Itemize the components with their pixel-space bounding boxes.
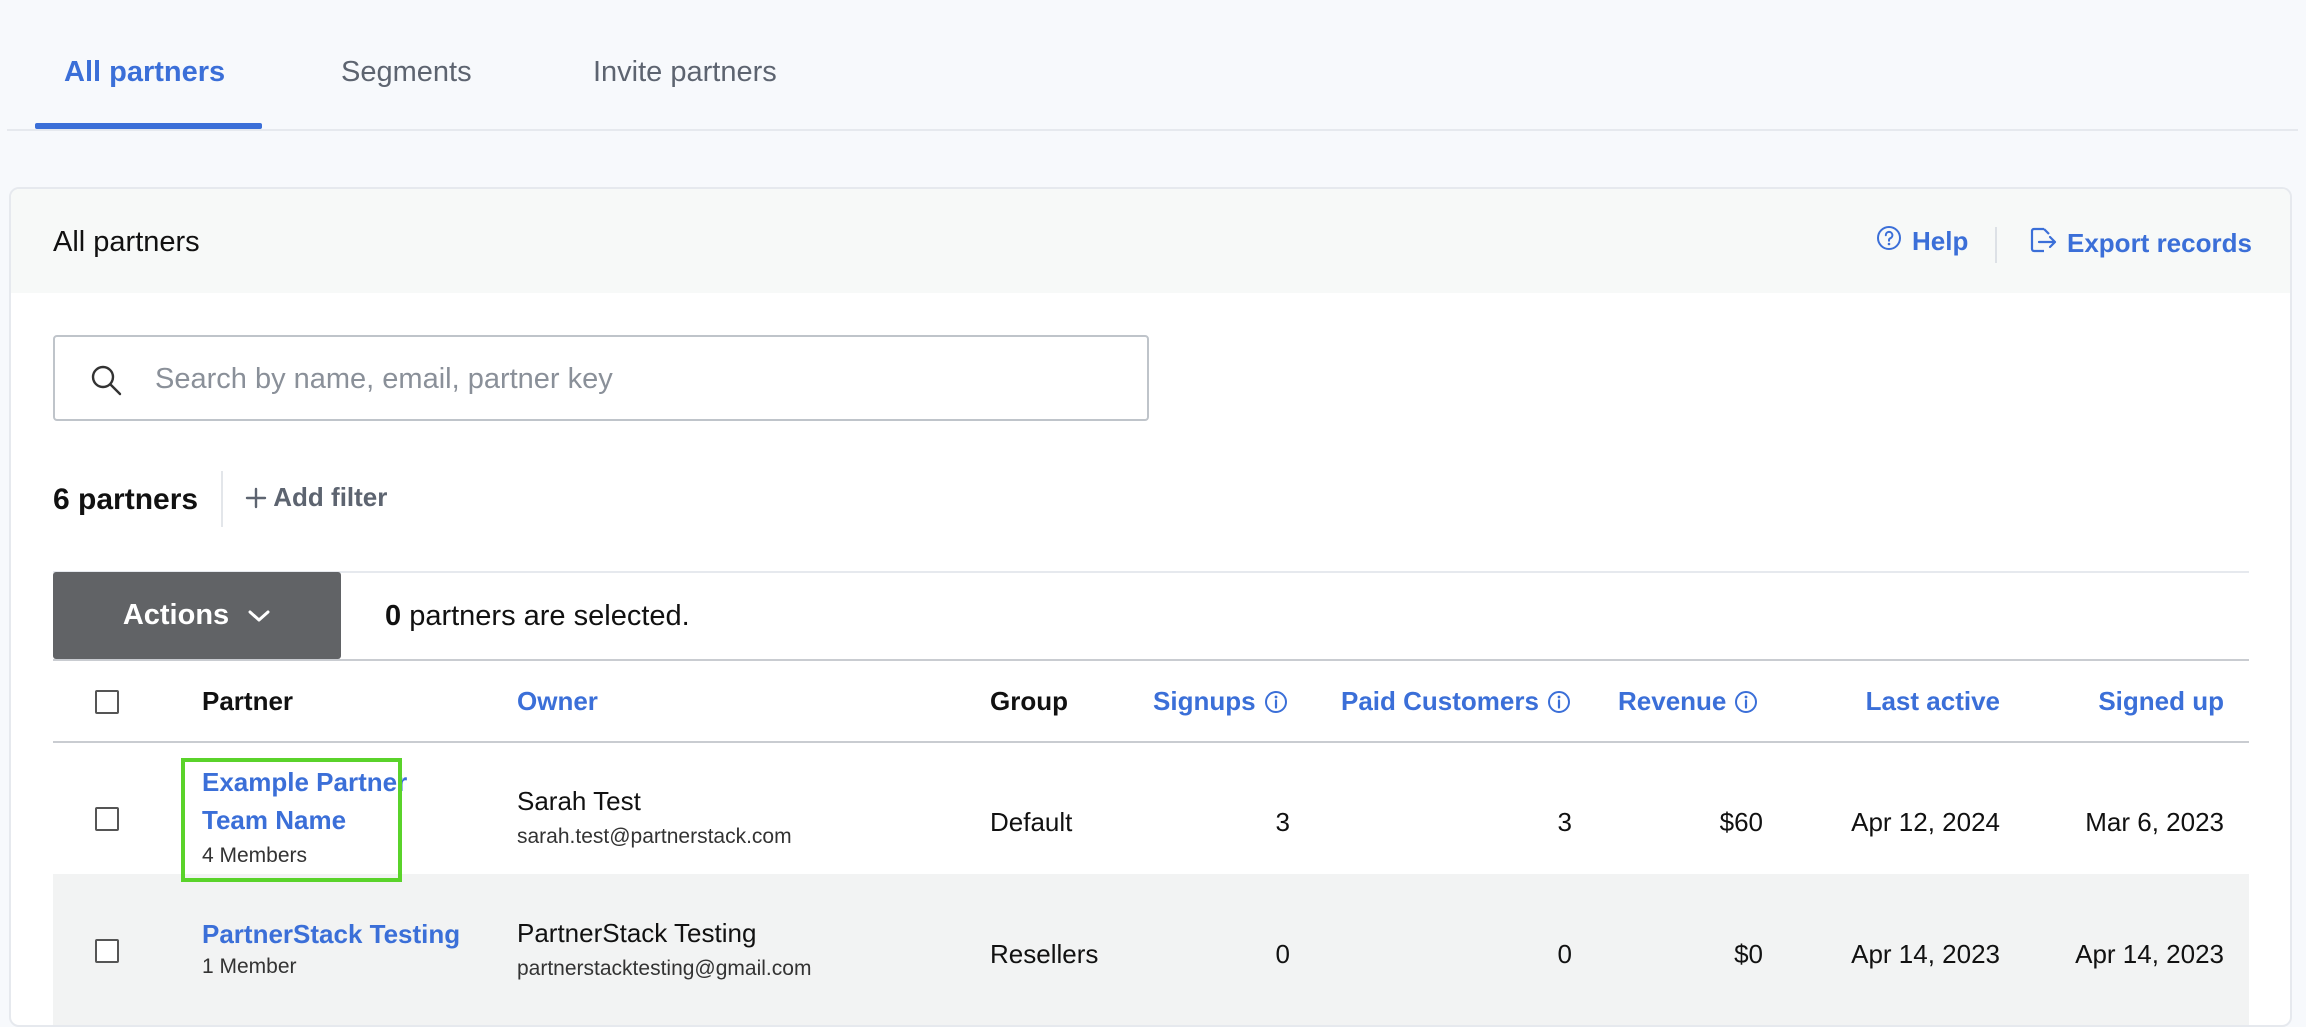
header-divider xyxy=(1995,227,1997,263)
export-records-link[interactable]: Export records xyxy=(2027,225,2252,262)
column-header-partner: Partner xyxy=(202,686,294,716)
column-header-owner[interactable]: Owner xyxy=(517,686,598,717)
row-checkbox[interactable] xyxy=(95,939,119,963)
info-icon[interactable] xyxy=(1547,690,1571,714)
add-filter-button[interactable]: Add filter xyxy=(245,482,387,513)
column-header-revenue[interactable]: Revenue xyxy=(1618,686,1758,717)
owner-email: sarah.test@partnerstack.com xyxy=(517,825,792,848)
partners-card: All partners Help Export records Search … xyxy=(9,187,2292,1027)
partner-count: 6 partners xyxy=(53,483,199,516)
column-header-last-active[interactable]: Last active xyxy=(1866,686,2000,717)
signups-cell: 3 xyxy=(1275,807,1290,837)
last-active-cell: Apr 14, 2023 xyxy=(1851,939,2000,969)
revenue-cell: $60 xyxy=(1719,807,1763,837)
paid-customers-header-label: Paid Customers xyxy=(1341,686,1539,716)
partner-members: 4 Members xyxy=(202,844,308,867)
column-header-paid-customers[interactable]: Paid Customers xyxy=(1341,686,1571,717)
question-circle-icon xyxy=(1876,225,1902,258)
selected-count: 0 xyxy=(385,600,402,632)
search-box xyxy=(53,335,1149,421)
partner-name-link[interactable]: PartnerStack Testing xyxy=(202,915,460,953)
active-tab-indicator xyxy=(35,123,262,129)
selected-suffix: partners are selected. xyxy=(409,600,690,632)
column-header-group: Group xyxy=(990,686,1068,716)
card-header: All partners Help Export records xyxy=(11,189,2290,293)
help-label: Help xyxy=(1912,226,1969,256)
owner-email: partnerstacktesting@gmail.com xyxy=(517,957,812,980)
tab-bar: All partners Segments Invite partners xyxy=(7,0,2298,131)
last-active-cell: Apr 12, 2024 xyxy=(1851,807,2000,837)
toolbar-divider xyxy=(53,571,2249,573)
tab-invite-partners[interactable]: Invite partners xyxy=(593,56,777,89)
add-filter-label: Add filter xyxy=(273,482,388,512)
actions-label: Actions xyxy=(122,599,230,631)
export-icon xyxy=(2027,225,2057,262)
plus-icon xyxy=(245,482,273,512)
group-cell: Resellers xyxy=(990,939,1099,969)
info-icon[interactable] xyxy=(1734,690,1758,714)
partner-members: 1 Member xyxy=(202,955,297,978)
table-top-border xyxy=(53,659,2249,661)
help-link[interactable]: Help xyxy=(1876,225,1968,258)
actions-dropdown-button[interactable]: Actions xyxy=(53,572,341,659)
card-title: All partners xyxy=(53,226,200,258)
paid-customers-cell: 0 xyxy=(1557,939,1572,969)
group-cell: Default xyxy=(990,807,1073,837)
signups-cell: 0 xyxy=(1275,939,1290,969)
tab-segments[interactable]: Segments xyxy=(341,56,472,89)
owner-name: Sarah Test xyxy=(517,786,641,816)
paid-customers-cell: 3 xyxy=(1557,807,1572,837)
signed-up-cell: Mar 6, 2023 xyxy=(2085,807,2224,837)
select-all-checkbox[interactable] xyxy=(95,690,119,714)
search-icon xyxy=(89,363,123,397)
column-header-signed-up[interactable]: Signed up xyxy=(2098,686,2224,717)
owner-name: PartnerStack Testing xyxy=(517,918,757,948)
partner-name-link[interactable]: Example Partner Team Name xyxy=(202,763,412,839)
selection-status: 0 partners are selected. xyxy=(385,600,690,633)
revenue-cell: $0 xyxy=(1734,939,1763,969)
signups-header-label: Signups xyxy=(1153,686,1256,716)
export-records-label: Export records xyxy=(2067,228,2252,258)
chevron-down-icon xyxy=(247,599,271,632)
count-divider xyxy=(221,471,223,527)
column-header-signups[interactable]: Signups xyxy=(1153,686,1288,717)
row-checkbox[interactable] xyxy=(95,807,119,831)
search-input[interactable] xyxy=(155,357,1105,401)
tab-all-partners[interactable]: All partners xyxy=(64,56,225,89)
info-icon[interactable] xyxy=(1264,690,1288,714)
signed-up-cell: Apr 14, 2023 xyxy=(2075,939,2224,969)
revenue-header-label: Revenue xyxy=(1618,686,1727,716)
